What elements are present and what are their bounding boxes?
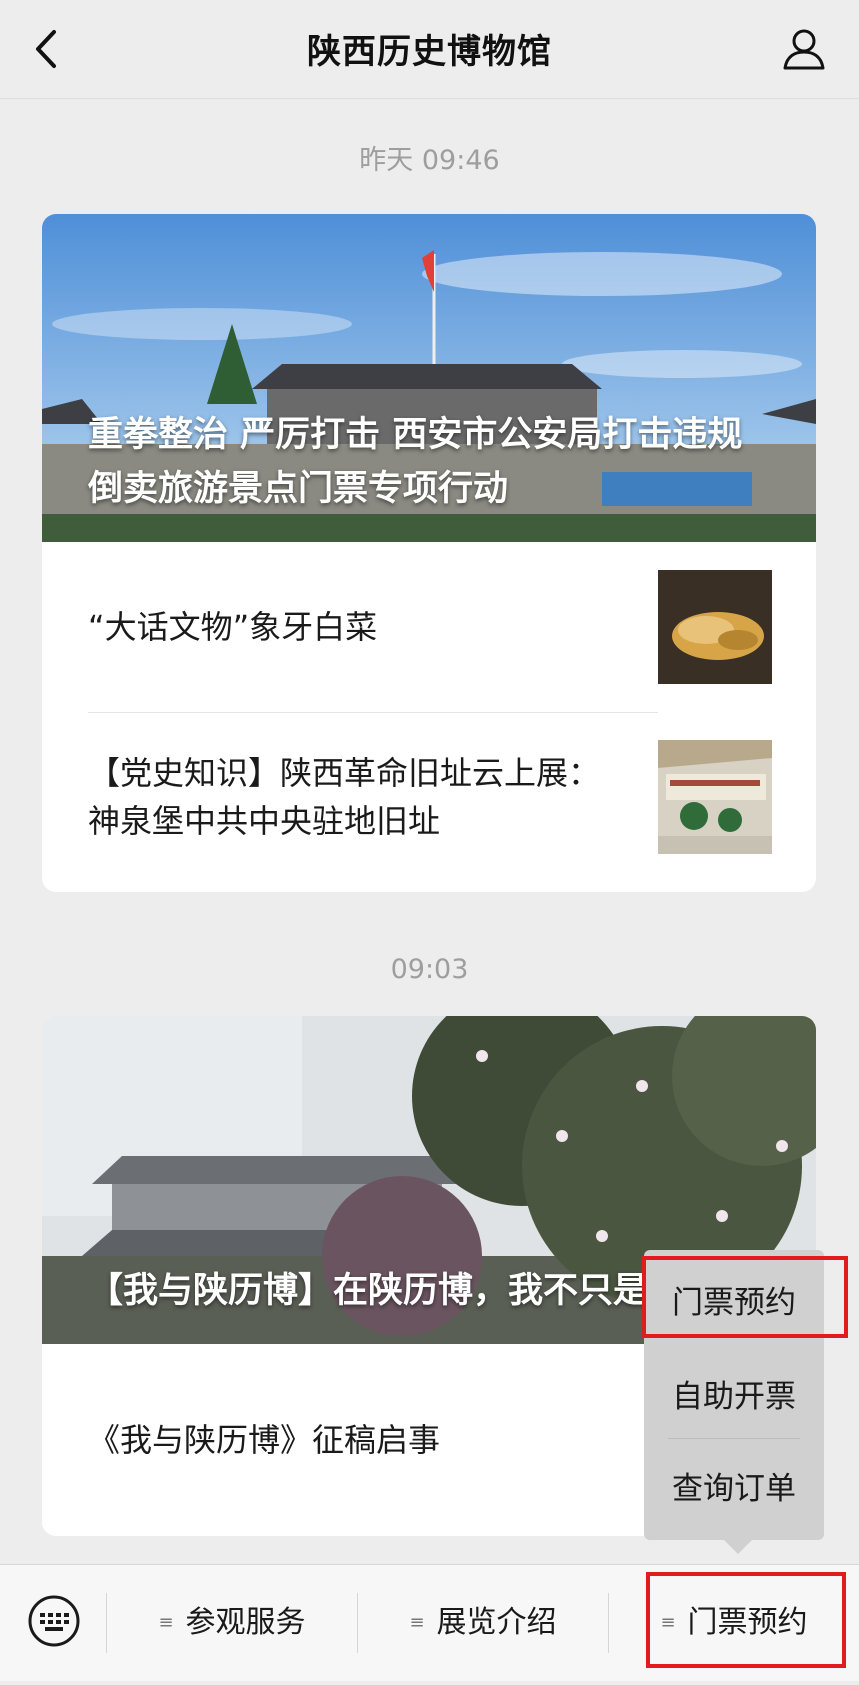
message-timestamp: 昨天 09:46: [359, 145, 500, 176]
message-timestamp: 09:03: [390, 954, 469, 985]
submenu-divider: [668, 1438, 800, 1439]
top-nav-bar: 陕西历史博物馆: [0, 0, 859, 99]
article-title: “大话文物”象牙白菜: [88, 608, 378, 646]
menu-visit-services[interactable]: ≡ 参观服务: [107, 1565, 357, 1681]
keyboard-icon[interactable]: [28, 1595, 80, 1647]
menu-lines-icon: ≡: [158, 1612, 174, 1633]
article-title: 【党史知识】陕西革命旧址云上展：神泉堡中共中央驻地旧址: [88, 754, 601, 840]
highlight-box: [642, 1256, 848, 1338]
menu-label: 展览介绍: [436, 1605, 557, 1640]
menu-label: 参观服务: [185, 1605, 306, 1640]
article-hero[interactable]: 重拳整治 严厉打击 西安市公安局打击违规倒卖旅游景点门票专项行动: [42, 214, 816, 542]
list-item[interactable]: 【党史知识】陕西革命旧址云上展：神泉堡中共中央驻地旧址: [42, 712, 816, 882]
article-thumbnail: [658, 570, 772, 684]
article-headline: 重拳整治 严厉打击 西安市公安局打击违规倒卖旅游景点门票专项行动: [88, 415, 743, 509]
article-card: 重拳整治 严厉打击 西安市公安局打击违规倒卖旅游景点门票专项行动 “大话文物”象…: [42, 214, 816, 892]
submenu-item-order-query[interactable]: 查询订单: [644, 1444, 824, 1534]
menu-exhibitions[interactable]: ≡ 展览介绍: [358, 1565, 608, 1681]
menu-lines-icon: ≡: [409, 1612, 425, 1633]
article-thumbnail: [658, 740, 772, 854]
submenu-item-self-service-ticket[interactable]: 自助开票: [644, 1352, 824, 1442]
article-title: 《我与陕历博》征稿启事: [88, 1421, 441, 1459]
page-title: 陕西历史博物馆: [307, 32, 552, 72]
user-icon[interactable]: [781, 26, 827, 72]
highlight-box: [646, 1572, 846, 1668]
list-item[interactable]: “大话文物”象牙白菜: [42, 542, 816, 712]
